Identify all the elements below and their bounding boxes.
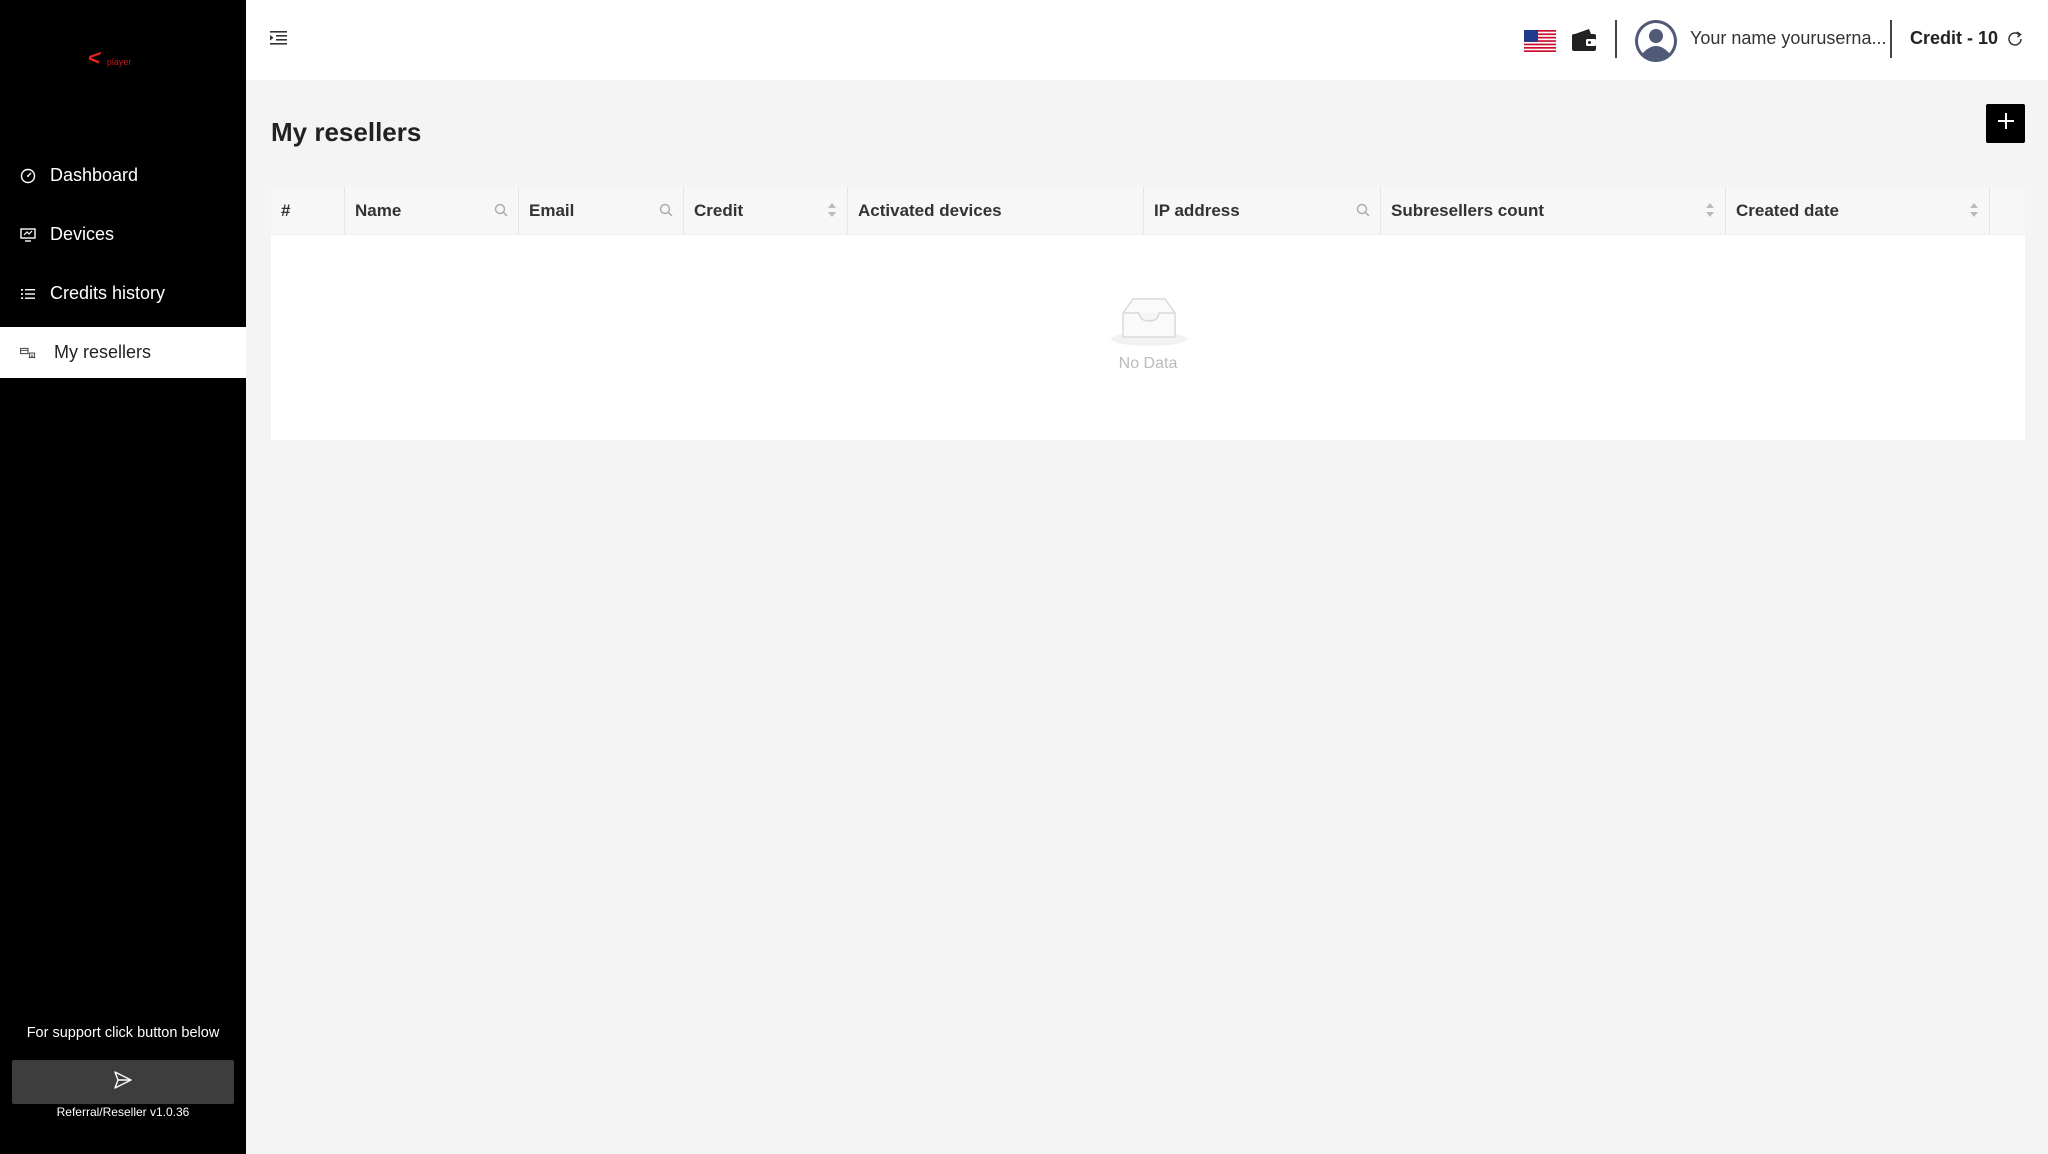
column-credit[interactable]: Credit [684,187,848,235]
sidebar: < player Dashboard Devices Credits histo… [0,0,246,1154]
column-label: Activated devices [858,201,1002,220]
header-divider [1615,20,1617,58]
sidebar-nav: Dashboard Devices Credits history My res… [0,150,246,386]
wallet-icon[interactable] [1571,28,1597,57]
sort-icon[interactable] [827,202,837,223]
avatar[interactable] [1635,20,1677,62]
empty-inbox-icon [1109,295,1189,352]
support-button[interactable] [12,1060,234,1104]
sort-icon[interactable] [1969,202,1979,223]
search-icon[interactable] [1356,202,1370,222]
empty-state: No Data [271,235,2025,440]
credit-balance: Credit - 10 [1910,28,1999,48]
plus-icon [1997,112,2015,135]
sidebar-item-label: Credits history [50,283,166,303]
column-label: Created date [1736,201,1839,220]
resellers-table: # Name Email Credit Activated devices IP… [271,187,2025,440]
column-label: Name [355,201,402,220]
sidebar-item-devices[interactable]: Devices [0,209,246,260]
menu-toggle-icon[interactable] [270,30,288,51]
resellers-icon [20,345,36,361]
column-subresellers-count[interactable]: Subresellers count [1381,187,1726,235]
sidebar-item-credits-history[interactable]: Credits history [0,268,246,319]
us-flag-icon[interactable] [1524,30,1556,52]
search-icon[interactable] [494,202,508,222]
column-label: Email [529,201,575,220]
sort-icon[interactable] [1705,202,1715,223]
support-text: For support click button below [26,1025,220,1041]
devices-icon [20,227,36,243]
sidebar-item-my-resellers[interactable]: My resellers [0,327,246,378]
column-label: Subresellers count [1391,201,1545,220]
column-label: # [281,201,291,220]
add-reseller-button[interactable] [1986,104,2025,143]
top-header: Your name yourusernа... Credit - 10 [246,0,2048,80]
sidebar-item-label: Dashboard [50,165,139,185]
sidebar-item-dashboard[interactable]: Dashboard [0,150,246,201]
header-divider [1890,20,1892,58]
list-icon [20,286,36,302]
logo-mark: < [85,45,104,70]
page-title: My resellers [271,117,422,147]
column-name: Name [345,187,519,235]
sidebar-item-label: Devices [50,224,115,244]
sidebar-item-label: My resellers [54,342,152,362]
column-ip-address: IP address [1144,187,1381,235]
brand-logo[interactable]: < player [85,45,132,70]
empty-text: No Data [1118,355,1178,372]
column-actions [1990,187,2025,235]
column-created-date[interactable]: Created date [1726,187,1990,235]
dashboard-icon [20,168,36,184]
app-version: Referral/Reseller v1.0.36 [56,1105,190,1119]
send-icon [113,1070,133,1094]
column-index: # [271,187,345,235]
table-header: # Name Email Credit Activated devices IP… [271,187,2025,235]
search-icon[interactable] [659,202,673,222]
column-label: IP address [1154,201,1240,220]
column-activated-devices: Activated devices [848,187,1144,235]
column-label: Credit [694,201,744,220]
username[interactable]: Your name yourusernа... [1690,28,1886,49]
logo-text: player [106,57,132,67]
refresh-icon[interactable] [2006,30,2024,53]
column-email: Email [519,187,684,235]
